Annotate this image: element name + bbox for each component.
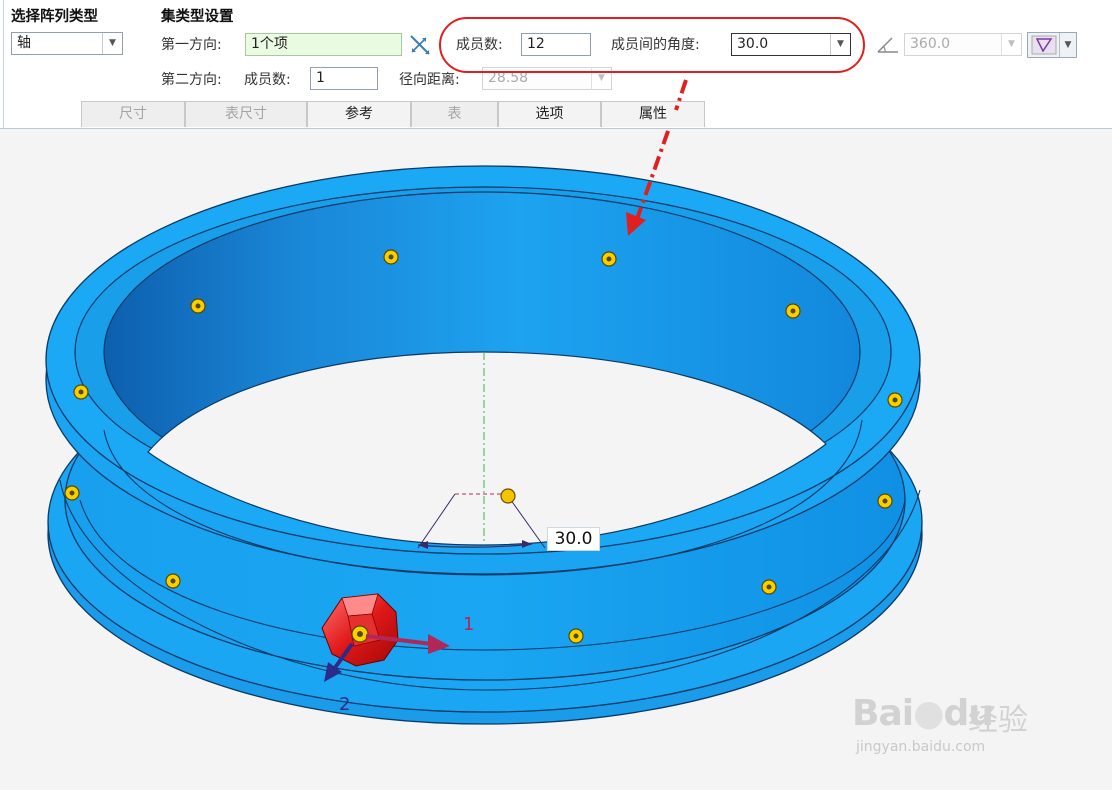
chevron-down-icon: ▼ xyxy=(591,68,611,89)
pattern-type-title: 选择阵列类型 xyxy=(11,9,98,25)
tab-references[interactable]: 参考 xyxy=(307,101,411,127)
watermark-logo-cn: 经验 xyxy=(968,703,1028,738)
total-angle-select[interactable]: 360.0 ▼ xyxy=(904,33,1022,56)
total-angle-value: 360.0 xyxy=(910,36,951,52)
pattern-type-value: 轴 xyxy=(17,35,31,51)
members-input[interactable]: 12 xyxy=(521,33,591,56)
watermark-url: jingyan.baidu.com xyxy=(856,739,986,755)
first-direction-label: 第一方向: xyxy=(161,37,222,53)
chevron-down-icon: ▼ xyxy=(1001,34,1021,55)
tab-tables[interactable]: 表 xyxy=(411,101,498,127)
direction-label-1: 1 xyxy=(463,614,475,635)
angle-between-value: 30.0 xyxy=(737,36,769,52)
angle-between-select[interactable]: 30.0 ▼ xyxy=(731,33,851,56)
angle-options-button[interactable]: ▼ xyxy=(1027,32,1077,58)
second-direction-label: 第二方向: xyxy=(161,72,222,88)
first-direction-collector[interactable]: 1个项 xyxy=(245,33,402,56)
angle-dimension-value[interactable]: 30.0 xyxy=(547,527,600,551)
tab-options[interactable]: 选项 xyxy=(498,101,601,127)
ring-model[interactable] xyxy=(0,128,1112,790)
second-members-value: 1 xyxy=(316,70,325,86)
radial-distance-select[interactable]: 28.58 ▼ xyxy=(482,67,612,90)
second-members-label: 成员数: xyxy=(244,72,291,88)
angular-extent-icon xyxy=(876,35,900,55)
flip-direction-icon[interactable] xyxy=(408,32,432,56)
second-members-input[interactable]: 1 xyxy=(310,67,378,90)
chevron-down-icon[interactable]: ▼ xyxy=(102,33,122,54)
angle-between-label: 成员间的角度: xyxy=(611,37,700,53)
first-direction-value: 1个项 xyxy=(251,36,288,52)
members-value: 12 xyxy=(527,36,545,52)
radial-distance-value: 28.58 xyxy=(488,70,529,86)
chevron-down-icon[interactable]: ▼ xyxy=(1059,33,1076,57)
pattern-type-select[interactable]: 轴 ▼ xyxy=(11,32,123,55)
graphics-viewport[interactable]: 30.0 1 2 xyxy=(0,128,1112,790)
tab-dimensions[interactable]: 尺寸 xyxy=(81,101,185,127)
members-label: 成员数: xyxy=(456,37,503,53)
set-type-title: 集类型设置 xyxy=(161,9,234,25)
radial-distance-label: 径向距离: xyxy=(399,72,460,88)
tab-table-dimensions[interactable]: 表尺寸 xyxy=(185,101,307,127)
chevron-down-icon[interactable]: ▼ xyxy=(830,34,850,55)
pattern-dashboard: 选择阵列类型 轴 ▼ 集类型设置 第一方向: 1个项 成员数: 12 成员间的角… xyxy=(0,0,1112,129)
tab-properties[interactable]: 属性 xyxy=(601,101,705,127)
direction-label-2: 2 xyxy=(339,694,351,715)
ribbon-divider xyxy=(3,0,4,128)
